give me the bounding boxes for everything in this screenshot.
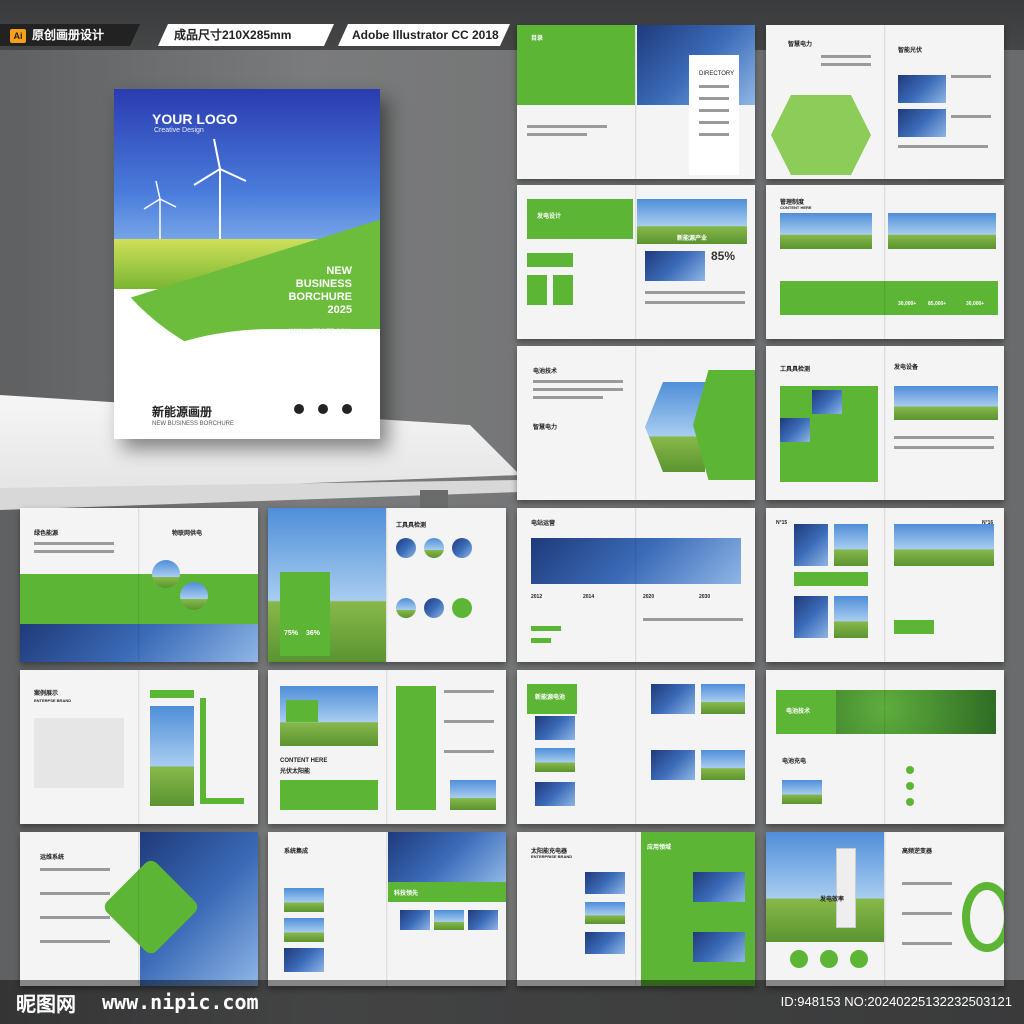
- spread-title-2: 应用领域: [647, 845, 672, 851]
- spread-maintenance: 运维系统: [20, 832, 258, 986]
- year-label: 2012: [531, 594, 543, 600]
- stat-number: 85,000+: [928, 301, 947, 307]
- spread-power-design: 发电设计 新能源产业 85%: [517, 185, 755, 339]
- spread-sub: 科技领先: [394, 891, 419, 897]
- stat-percent: 85%: [711, 249, 736, 263]
- watermark-logo: 昵图网: [16, 992, 76, 1016]
- year-label: 2014: [583, 594, 595, 600]
- spread-inspection: 75% 36% 工具具检测: [268, 508, 506, 662]
- spread-sub: ENTERPRISE BRAND: [531, 854, 573, 859]
- spread-products: N°15 N°16: [766, 508, 1004, 662]
- spread-management: 管理制度 CONTENT HERE 85,000+ 30,000+ 30,000…: [766, 185, 1004, 339]
- spread-charger: 太阳能充电器 ENTERPRISE BRAND 应用领域: [517, 832, 755, 986]
- spread-battery-new: 新能源电池: [517, 670, 755, 824]
- spread-sub: CONTENT HERE: [280, 758, 328, 764]
- spread-directory: 目录 DIRECTORY: [517, 25, 755, 179]
- cover-en-title: NEW BUSINESS BORCHURE: [152, 421, 235, 427]
- spread-title: 发电效率: [820, 897, 845, 903]
- spread-title: 工具具检测: [780, 367, 811, 373]
- mail-icon: [318, 404, 328, 414]
- spread-title-2: 新能源产业: [677, 236, 708, 242]
- spread-green-energy: 绿色能源 物联网供电: [20, 508, 258, 662]
- spread-sub: ENTERPSE BRAND: [34, 698, 72, 703]
- spread-sub: CONTENT HERE: [780, 205, 812, 210]
- spread-title: 运维系统: [40, 855, 65, 861]
- illustrator-icon: Ai: [10, 29, 26, 43]
- watermark-id: ID:948153 NO:20240225132232503121: [780, 994, 1012, 1009]
- spread-title: 绿色能源: [34, 531, 59, 537]
- headline-line-4: 2025: [327, 304, 352, 316]
- phone-icon: [294, 404, 304, 414]
- directory-label: DIRECTORY: [699, 71, 735, 77]
- headline-line-2: BUSINESS: [295, 278, 352, 290]
- spread-equipment: 工具具检测 发电设备: [766, 346, 1004, 500]
- spread-smart-power: 智慧电力 智能光伏: [766, 25, 1004, 179]
- spread-pv: CONTENT HERE 光伏太阳能: [268, 670, 506, 824]
- location-icon: [342, 404, 352, 414]
- spread-title-2: 智慧电力: [533, 425, 558, 431]
- spread-title: 电池技术: [533, 369, 558, 375]
- spread-battery: 电池技术 智慧电力: [517, 346, 755, 500]
- cover-cn-title: 新能源画册: [152, 405, 213, 419]
- spread-integration: 系统集成 科技领先: [268, 832, 506, 986]
- spread-title: 工具具检测: [396, 523, 427, 529]
- spread-title: 电站运营: [531, 521, 556, 527]
- headline-line-1: NEW: [326, 265, 352, 277]
- spread-title: 系统集成: [284, 849, 309, 855]
- spread-title-2: 智能光伏: [898, 48, 923, 54]
- stat-number-3: 30,000+: [898, 301, 917, 307]
- spread-title-2: 发电设备: [894, 365, 919, 371]
- cover-headline: NEW BUSINESS BORCHURE 2025: [288, 265, 352, 317]
- spread-title: 发电设计: [537, 214, 562, 220]
- size-tag: 成品尺寸210X285mm: [158, 24, 334, 46]
- cover-website: WWW.WEBSITE.COM: [289, 329, 350, 335]
- stat-percent-2: 36%: [306, 630, 321, 637]
- spread-title-2: 物联网供电: [172, 531, 203, 537]
- spread-title: 案例展示: [34, 691, 59, 697]
- stat-percent: 75%: [284, 630, 299, 637]
- year-label: 2030: [699, 594, 711, 600]
- brochure-cover: YOUR LOGO Creative Design NEW BUSINESS B…: [114, 89, 380, 439]
- spread-title: 光伏太阳能: [280, 769, 311, 775]
- design-label: 原创画册设计: [32, 28, 105, 42]
- watermark-url[interactable]: www.nipic.com: [102, 990, 259, 1014]
- spread-inverter: 发电效率 高频逆变器: [766, 832, 1004, 986]
- headline-line-3: BORCHURE: [288, 291, 352, 303]
- software-tag: Adobe Illustrator CC 2018: [338, 24, 510, 46]
- spread-cases: 案例展示 ENTERPSE BRAND: [20, 670, 258, 824]
- cover-logo-sub: Creative Design: [154, 127, 204, 134]
- spread-operation: 电站运营 2012 2014 2020 2030: [517, 508, 755, 662]
- spread-battery-tech: 电池技术 电池充电: [766, 670, 1004, 824]
- year-label: 2020: [643, 594, 655, 600]
- spread-title-2: 高频逆变器: [902, 849, 933, 855]
- spread-title: 新能源电池: [535, 695, 566, 701]
- stat-number-2: 30,000+: [966, 301, 985, 307]
- spread-title: 智慧电力: [788, 42, 813, 48]
- design-tag: Ai 原创画册设计: [0, 24, 140, 46]
- spread-title: 目录: [531, 36, 544, 42]
- spread-title: 电池技术: [786, 709, 811, 715]
- page-number: N°15: [776, 520, 788, 526]
- spread-sub: 电池充电: [782, 759, 807, 765]
- cover-logo: YOUR LOGO: [152, 111, 238, 127]
